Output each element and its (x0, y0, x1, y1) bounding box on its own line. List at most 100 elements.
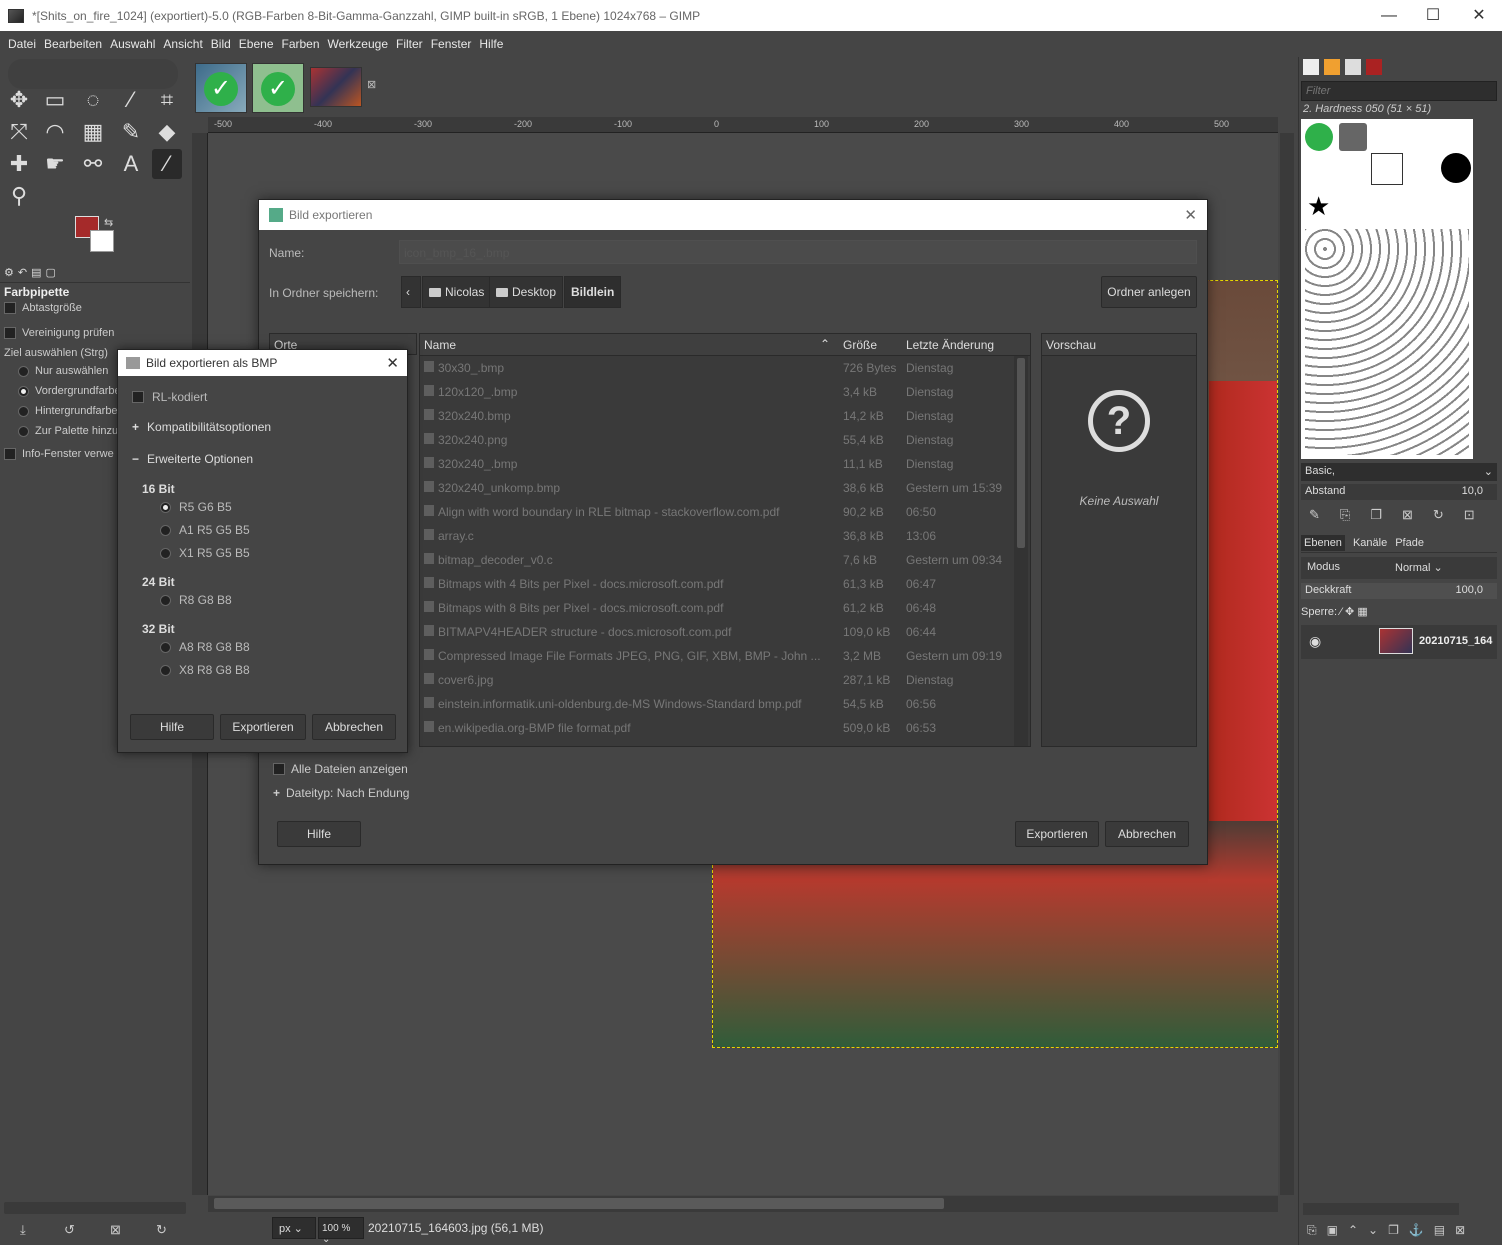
compat-expander[interactable]: + Kompatibilitätsoptionen (132, 420, 271, 434)
file-row[interactable]: BITMAPV4HEADER structure - docs.microsof… (420, 620, 1030, 644)
abtast-option[interactable]: Abtastgröße (4, 302, 82, 314)
crumb-back-button[interactable]: ‹ (401, 276, 421, 308)
fuzzy-select-tool-icon[interactable]: ⁄ (116, 85, 146, 115)
bmp-dialog-close-icon[interactable]: ✕ (386, 354, 399, 372)
filename-input[interactable]: icon_bmp_16_.bmp (399, 240, 1197, 264)
brush-filter-field[interactable] (1302, 82, 1472, 100)
radio-nur-auswaehlen[interactable]: Nur auswählen (18, 365, 108, 377)
file-list-scrollbar[interactable] (1014, 356, 1028, 746)
close-tab-icon[interactable]: ⊠ (367, 78, 376, 91)
menu-bearbeiten[interactable]: Bearbeiten (40, 37, 106, 51)
close-button[interactable]: ✕ (1456, 0, 1502, 31)
text-tool-icon[interactable]: A (116, 149, 146, 179)
lock-alpha-icon[interactable]: ▦ (1357, 606, 1367, 618)
crop-tool-icon[interactable]: ⌗ (152, 85, 182, 115)
lower-layer-icon[interactable]: ⌄ (1368, 1223, 1378, 1238)
brush-checkmark-gray[interactable] (1339, 123, 1367, 151)
help-button[interactable]: Hilfe (277, 821, 361, 847)
col-date-header[interactable]: Letzte Änderung (906, 338, 994, 352)
radio-dot[interactable] (160, 501, 171, 513)
file-row[interactable]: 320x240_unkomp.bmp 38,6 kB Gestern um 15:3… (420, 476, 1030, 500)
anchor-layer-icon[interactable]: ⚓ (1409, 1223, 1424, 1238)
zoom-select[interactable]: 100 % ⌄ (318, 1217, 364, 1245)
brushes-tab-icon[interactable] (1303, 59, 1319, 75)
info-window-option[interactable]: Info-Fenster verwe (4, 448, 114, 460)
raise-layer-icon[interactable]: ⌃ (1348, 1223, 1358, 1238)
radio-dot[interactable] (160, 641, 171, 653)
file-row[interactable]: 320x240_.bmp 11,1 kB Dienstag (420, 452, 1030, 476)
rect-select-tool-icon[interactable]: ▭ (40, 85, 70, 115)
filetype-expander[interactable]: + Dateityp: Nach Endung (273, 786, 409, 800)
zoom-tool-icon[interactable]: ⚲ (4, 181, 34, 211)
tab-channels[interactable]: Kanäle (1353, 537, 1387, 549)
fonts-tab-icon[interactable] (1345, 59, 1361, 75)
background-color-swatch[interactable] (90, 230, 114, 252)
layers-scrollbar[interactable] (1303, 1203, 1459, 1215)
toolbox-scrollbar[interactable] (4, 1202, 186, 1214)
radio-dot[interactable] (160, 524, 171, 536)
image-tab-1[interactable]: ✓ (195, 63, 247, 113)
brush-grid[interactable]: ★ (1301, 119, 1473, 459)
radio-palette[interactable]: Zur Palette hinzu (18, 425, 118, 437)
rle-option[interactable]: RL-kodiert (132, 390, 207, 404)
horizontal-scrollbar[interactable] (208, 1196, 1278, 1212)
col-name-header[interactable]: Name (424, 338, 456, 352)
export-dialog-close-icon[interactable]: ✕ (1184, 206, 1197, 224)
vereinigung-option[interactable]: Vereinigung prüfen (4, 327, 114, 339)
tab-paths[interactable]: Pfade (1395, 537, 1424, 549)
new-folder-button[interactable]: Ordner anlegen (1101, 276, 1197, 308)
menu-ansicht[interactable]: Ansicht (159, 37, 206, 51)
reset-options-icon[interactable]: ↻ (156, 1222, 167, 1238)
show-all-files-option[interactable]: Alle Dateien anzeigen (273, 762, 408, 776)
brush-star-icon[interactable]: ★ (1307, 191, 1330, 222)
move-tool-icon[interactable]: ✥ (4, 85, 34, 115)
radio-r8g8b8[interactable]: R8 G8 B8 (160, 593, 232, 607)
radio-a8r8g8b8[interactable]: A8 R8 G8 B8 (160, 640, 250, 654)
restore-options-icon[interactable]: ↺ (64, 1222, 75, 1238)
color-picker-tool-icon[interactable]: ⁄ (152, 149, 182, 179)
radio-dot[interactable] (160, 594, 171, 606)
swap-colors-icon[interactable]: ⇆ (104, 216, 113, 229)
radio-r5g6b5[interactable]: R5 G6 B5 (160, 500, 232, 514)
document-history-tab-icon[interactable] (1366, 59, 1382, 75)
vertical-scrollbar[interactable] (1280, 133, 1294, 1195)
delete-layer-icon[interactable]: ⊠ (1455, 1223, 1465, 1238)
vereinigung-checkbox[interactable] (4, 327, 16, 339)
save-options-icon[interactable]: ⤓ (20, 1222, 26, 1238)
file-row[interactable]: bitmap_decoder_v0.c 7,6 kB Gestern um 09:3… (420, 548, 1030, 572)
lock-pixels-icon[interactable]: ⁄ (1340, 606, 1342, 618)
menu-fenster[interactable]: Fenster (427, 37, 476, 51)
file-row[interactable]: 320x240.bmp 14,2 kB Dienstag (420, 404, 1030, 428)
bmp-cancel-button[interactable]: Abbrechen (312, 714, 396, 740)
brush-hard-round[interactable] (1441, 153, 1471, 183)
radio-dot[interactable] (18, 405, 29, 417)
transform-tool-icon[interactable]: ⤧ (4, 117, 34, 147)
maximize-button[interactable]: ☐ (1410, 0, 1456, 31)
brush-filter-input[interactable] (1301, 81, 1497, 101)
brush-textures[interactable] (1305, 229, 1469, 455)
mask-layer-icon[interactable]: ▤ (1434, 1223, 1445, 1238)
delete-options-icon[interactable]: ⊠ (110, 1222, 121, 1238)
open-brush-icon[interactable]: ⊡ (1464, 507, 1475, 523)
file-row[interactable]: Compressed Image File Formats JPEG, PNG,… (420, 644, 1030, 668)
radio-vordergrundfarbe[interactable]: Vordergrundfarbe (18, 385, 121, 397)
menu-filter[interactable]: Filter (392, 37, 427, 51)
radio-x8r8g8b8[interactable]: X8 R8 G8 B8 (160, 663, 250, 677)
duplicate-brush-icon[interactable]: ❐ (1370, 507, 1382, 523)
abtast-checkbox[interactable] (4, 302, 16, 314)
new-group-icon[interactable]: ▣ (1327, 1223, 1338, 1238)
file-row[interactable]: Bitmaps with 4 Bits per Pixel - docs.mic… (420, 572, 1030, 596)
file-row[interactable]: 120x120_.bmp 3,4 kB Dienstag (420, 380, 1030, 404)
menu-bild[interactable]: Bild (207, 37, 235, 51)
crumb-nicolas[interactable]: Nicolas (422, 276, 492, 308)
radio-dot[interactable] (160, 664, 171, 676)
brush-preset-select[interactable]: Basic, ⌄ (1301, 463, 1497, 481)
undo-history-tab-icon[interactable]: ↶ (18, 266, 27, 279)
brush-checkmark-green[interactable] (1305, 123, 1333, 151)
tab-layers[interactable]: Ebenen (1301, 534, 1345, 551)
cancel-button[interactable]: Abbrechen (1105, 821, 1189, 847)
file-row[interactable]: Align with word boundary in RLE bitmap -… (420, 500, 1030, 524)
radio-hintergrundfarbe[interactable]: Hintergrundfarbe (18, 405, 118, 417)
advanced-expander[interactable]: − Erweiterte Optionen (132, 452, 253, 466)
paths-tool-icon[interactable]: ⚯ (78, 149, 108, 179)
